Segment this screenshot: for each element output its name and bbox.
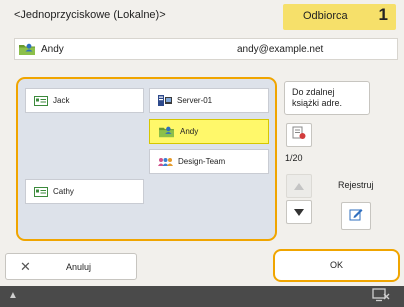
- address-entry-server-01[interactable]: Server-01: [149, 88, 269, 113]
- register-label: Rejestruj: [338, 180, 374, 190]
- scroll-up-button[interactable]: [286, 174, 312, 198]
- ok-label: OK: [329, 260, 343, 270]
- selected-recipient-email: andy@example.net: [237, 44, 324, 55]
- selected-recipient-name: Andy: [41, 44, 64, 55]
- folder-person-icon: [18, 42, 36, 61]
- address-book-list-button[interactable]: [286, 123, 312, 147]
- address-entry-andy[interactable]: Andy: [149, 119, 269, 144]
- remote-address-book-line2: książki adre.: [292, 98, 343, 108]
- edit-icon: [349, 207, 363, 226]
- page-indicator: 1/20: [285, 153, 303, 163]
- server-icon: [158, 95, 172, 106]
- page-title: <Jednoprzyciskowe (Lokalne)>: [14, 9, 166, 21]
- arrow-up-icon: [294, 177, 304, 195]
- address-entry-jack[interactable]: Jack: [25, 88, 144, 113]
- folder-person-icon: [158, 125, 175, 138]
- address-book-icon: [292, 126, 306, 145]
- remote-address-book-line1: Do zdalnej: [292, 87, 335, 97]
- address-entry-cathy[interactable]: Cathy: [25, 179, 144, 204]
- address-entry-label: Server-01: [177, 96, 213, 105]
- selected-recipient-bar: Andy andy@example.net: [14, 38, 398, 60]
- scroll-down-button[interactable]: [286, 200, 312, 224]
- ok-button[interactable]: OK: [273, 249, 400, 282]
- recipient-label: Odbiorca: [303, 10, 348, 22]
- recipient-badge: Odbiorca 1: [283, 4, 396, 30]
- remote-address-book-button[interactable]: Do zdalnej książki adre.: [284, 81, 370, 115]
- cancel-button[interactable]: ✕ Anuluj: [5, 253, 137, 280]
- address-entry-label: Design-Team: [178, 157, 226, 166]
- contact-card-icon: [34, 186, 48, 197]
- contact-card-icon: [34, 95, 48, 106]
- address-entry-label: Andy: [180, 127, 199, 136]
- address-entry-label: Cathy: [53, 187, 74, 196]
- status-bar: ▲: [0, 286, 404, 307]
- status-monitor-icon[interactable]: [372, 287, 390, 307]
- recipient-count: 1: [378, 5, 388, 24]
- close-icon: ✕: [20, 259, 31, 274]
- arrow-down-icon: [294, 203, 304, 221]
- address-list-grid: Jack Server-01 Andy Design-Team Cathy: [16, 77, 277, 241]
- address-entry-label: Jack: [53, 96, 70, 105]
- address-entry-design-team[interactable]: Design-Team: [149, 149, 269, 174]
- register-button[interactable]: [341, 202, 371, 230]
- group-icon: [158, 157, 173, 167]
- cancel-label: Anuluj: [66, 262, 92, 272]
- status-indicator-icon: ▲: [8, 290, 18, 301]
